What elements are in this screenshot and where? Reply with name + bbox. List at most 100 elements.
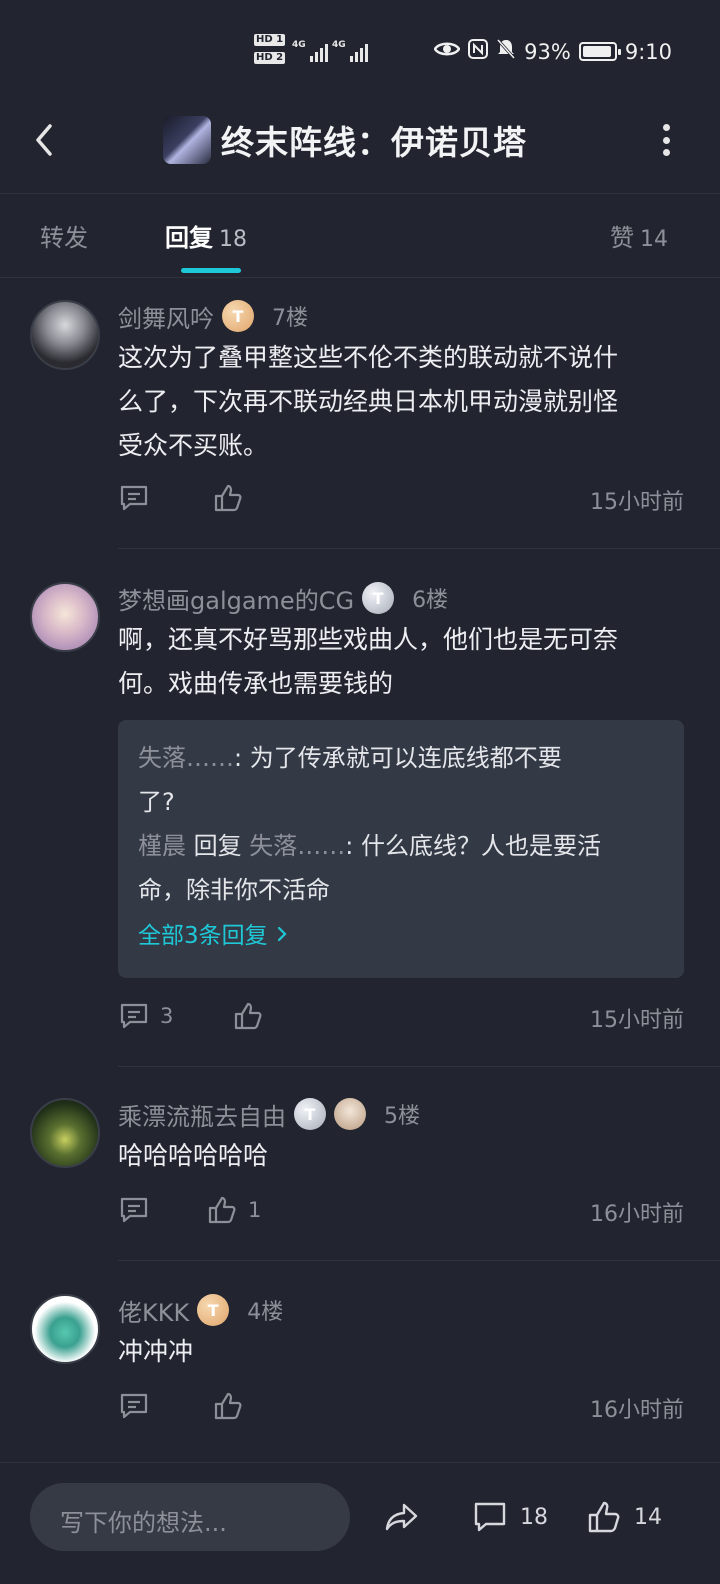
net1-label: 4G (292, 40, 306, 50)
comment-icon (120, 1393, 148, 1419)
hd2-label: HD 2 (254, 52, 286, 64)
comment-icon (474, 1502, 506, 1532)
back-button[interactable] (28, 116, 68, 164)
like-button[interactable] (232, 996, 264, 1036)
comment-icon (120, 1003, 148, 1029)
like-button[interactable] (212, 478, 244, 518)
username[interactable]: 剑舞风吟 (118, 299, 214, 334)
signal-icon-2: 4G (332, 40, 368, 62)
timestamp: 15小时前 (590, 490, 684, 515)
comment-text: 这次为了叠甲整这些不伦不类的联动就不说什 么了，下次再不联动经典日本机甲动漫就别… (118, 336, 678, 468)
level-badge: T (222, 300, 254, 332)
thumbs-up-icon (208, 1196, 236, 1224)
comment-input[interactable]: 写下你的想法... (30, 1483, 350, 1551)
reply-button[interactable] (118, 1386, 150, 1426)
more-options-button[interactable] (660, 124, 672, 156)
comment-line: 这次为了叠甲整这些不伦不类的联动就不说什 (118, 343, 619, 372)
reply-text: : 为了传承就可以连底线都不要 (234, 744, 562, 772)
like-total: 14 (634, 1504, 662, 1530)
avatar[interactable] (30, 1294, 100, 1364)
signal-icon: 4G (292, 40, 328, 62)
badge-letter: T (207, 1300, 219, 1320)
bell-muted-icon (496, 38, 516, 65)
tab-likes[interactable]: 赞 14 (610, 218, 668, 253)
reply-text-continued: 命，除非你不活命 (138, 876, 330, 904)
header-title-group[interactable]: 终末阵线：伊诺贝塔 (163, 116, 527, 164)
comment-line: 受众不买账。 (118, 431, 269, 460)
reply-button[interactable] (118, 1190, 150, 1230)
level-badge: T (362, 582, 395, 614)
tab-forward-label: 转发 (40, 224, 88, 252)
divider (118, 548, 720, 549)
tab-bar: 转发 回复 18 赞 14 (0, 194, 720, 278)
comment-text: 冲冲冲 (118, 1330, 678, 1374)
floor-number: 5楼 (384, 1104, 420, 1129)
reply-preview-item: 槿晨 回复 失落……: 什么底线？人也是要活 (138, 824, 664, 868)
reply-button[interactable] (118, 478, 150, 518)
level-badge: T (294, 1098, 326, 1130)
badge-letter: T (372, 588, 384, 608)
game-avatar (163, 116, 211, 164)
battery-icon (578, 42, 621, 61)
comment-actions: 15小时前 (118, 478, 684, 518)
chevron-left-icon (36, 124, 52, 156)
reply-target[interactable]: 失落…… (249, 832, 345, 860)
avatar[interactable] (30, 1098, 100, 1168)
tab-forward[interactable]: 转发 (40, 218, 88, 253)
tab-replies[interactable]: 回复 18 (165, 218, 247, 253)
comment-line: 冲冲冲 (118, 1337, 194, 1366)
username[interactable]: 梦想画galgame的CG (118, 581, 354, 616)
comment-actions: 16小时前 (118, 1386, 684, 1426)
comment-line: 啊，还真不好骂那些戏曲人，他们也是无可奈 (118, 625, 619, 654)
nfc-icon (468, 39, 489, 64)
like-post-button[interactable]: 14 (586, 1493, 662, 1541)
reply-author[interactable]: 槿晨 (138, 832, 186, 860)
avatar[interactable] (30, 300, 100, 370)
tab-replies-count: 18 (219, 227, 247, 252)
like-button[interactable]: 1 (206, 1190, 261, 1230)
active-tab-indicator (181, 268, 241, 273)
share-button[interactable] (384, 1493, 420, 1541)
share-icon (385, 1503, 418, 1531)
reply-preview-box[interactable]: 失落……: 为了传承就可以连底线都不要 了? 槿晨 回复 失落……: 什么底线？… (118, 720, 684, 978)
timestamp: 15小时前 (590, 1008, 684, 1033)
reply-count: 3 (160, 1004, 174, 1028)
reply-button[interactable]: 3 (118, 996, 173, 1036)
reply-author[interactable]: 失落…… (138, 744, 234, 772)
tab-likes-count: 14 (640, 227, 668, 252)
app-header: 终末阵线：伊诺贝塔 (0, 100, 720, 194)
chevron-right-icon (277, 926, 287, 942)
tab-replies-label: 回复 (165, 224, 213, 252)
comment-text: 啊，还真不好骂那些戏曲人，他们也是无可奈 何。戏曲传承也需要钱的 (118, 618, 678, 706)
comments-button[interactable]: 18 (472, 1493, 548, 1541)
thumbs-up-icon (214, 484, 242, 512)
comment-icon (120, 1197, 148, 1223)
view-all-replies-link[interactable]: 全部3条回复 (138, 916, 664, 950)
floor-number: 7楼 (272, 306, 308, 331)
floor-number: 6楼 (412, 588, 449, 613)
username[interactable]: 乘漂流瓶去自由 (118, 1097, 286, 1132)
timestamp: 16小时前 (590, 1398, 684, 1423)
avatar[interactable] (30, 582, 100, 652)
reply-text: : 什么底线？人也是要活 (345, 832, 601, 860)
divider (118, 1260, 720, 1261)
badge-letter: T (304, 1104, 316, 1124)
reply-text-continued: 了? (138, 788, 175, 816)
tab-likes-label: 赞 (610, 224, 634, 252)
reply-word: 回复 (193, 832, 242, 860)
comment-input-placeholder: 写下你的想法... (60, 1509, 227, 1537)
status-bar: HD 1 HD 2 4G 4G 93% 9:10 (0, 0, 720, 100)
hd1-label: HD 1 (254, 34, 286, 46)
timestamp: 16小时前 (590, 1202, 684, 1227)
like-button[interactable] (212, 1386, 244, 1426)
thumbs-up-icon (214, 1392, 242, 1420)
comment-line: 哈哈哈哈哈哈 (118, 1141, 269, 1170)
net2-label: 4G (332, 40, 346, 50)
clock: 9:10 (624, 39, 672, 64)
level-badge: T (197, 1294, 230, 1326)
comment-text: 哈哈哈哈哈哈 (118, 1134, 678, 1178)
view-all-replies-label: 全部3条回复 (138, 923, 268, 949)
comment-actions: 3 15小时前 (118, 996, 684, 1036)
reply-preview-item: 失落……: 为了传承就可以连底线都不要 (138, 736, 664, 780)
username[interactable]: 佬KKK (118, 1293, 189, 1328)
